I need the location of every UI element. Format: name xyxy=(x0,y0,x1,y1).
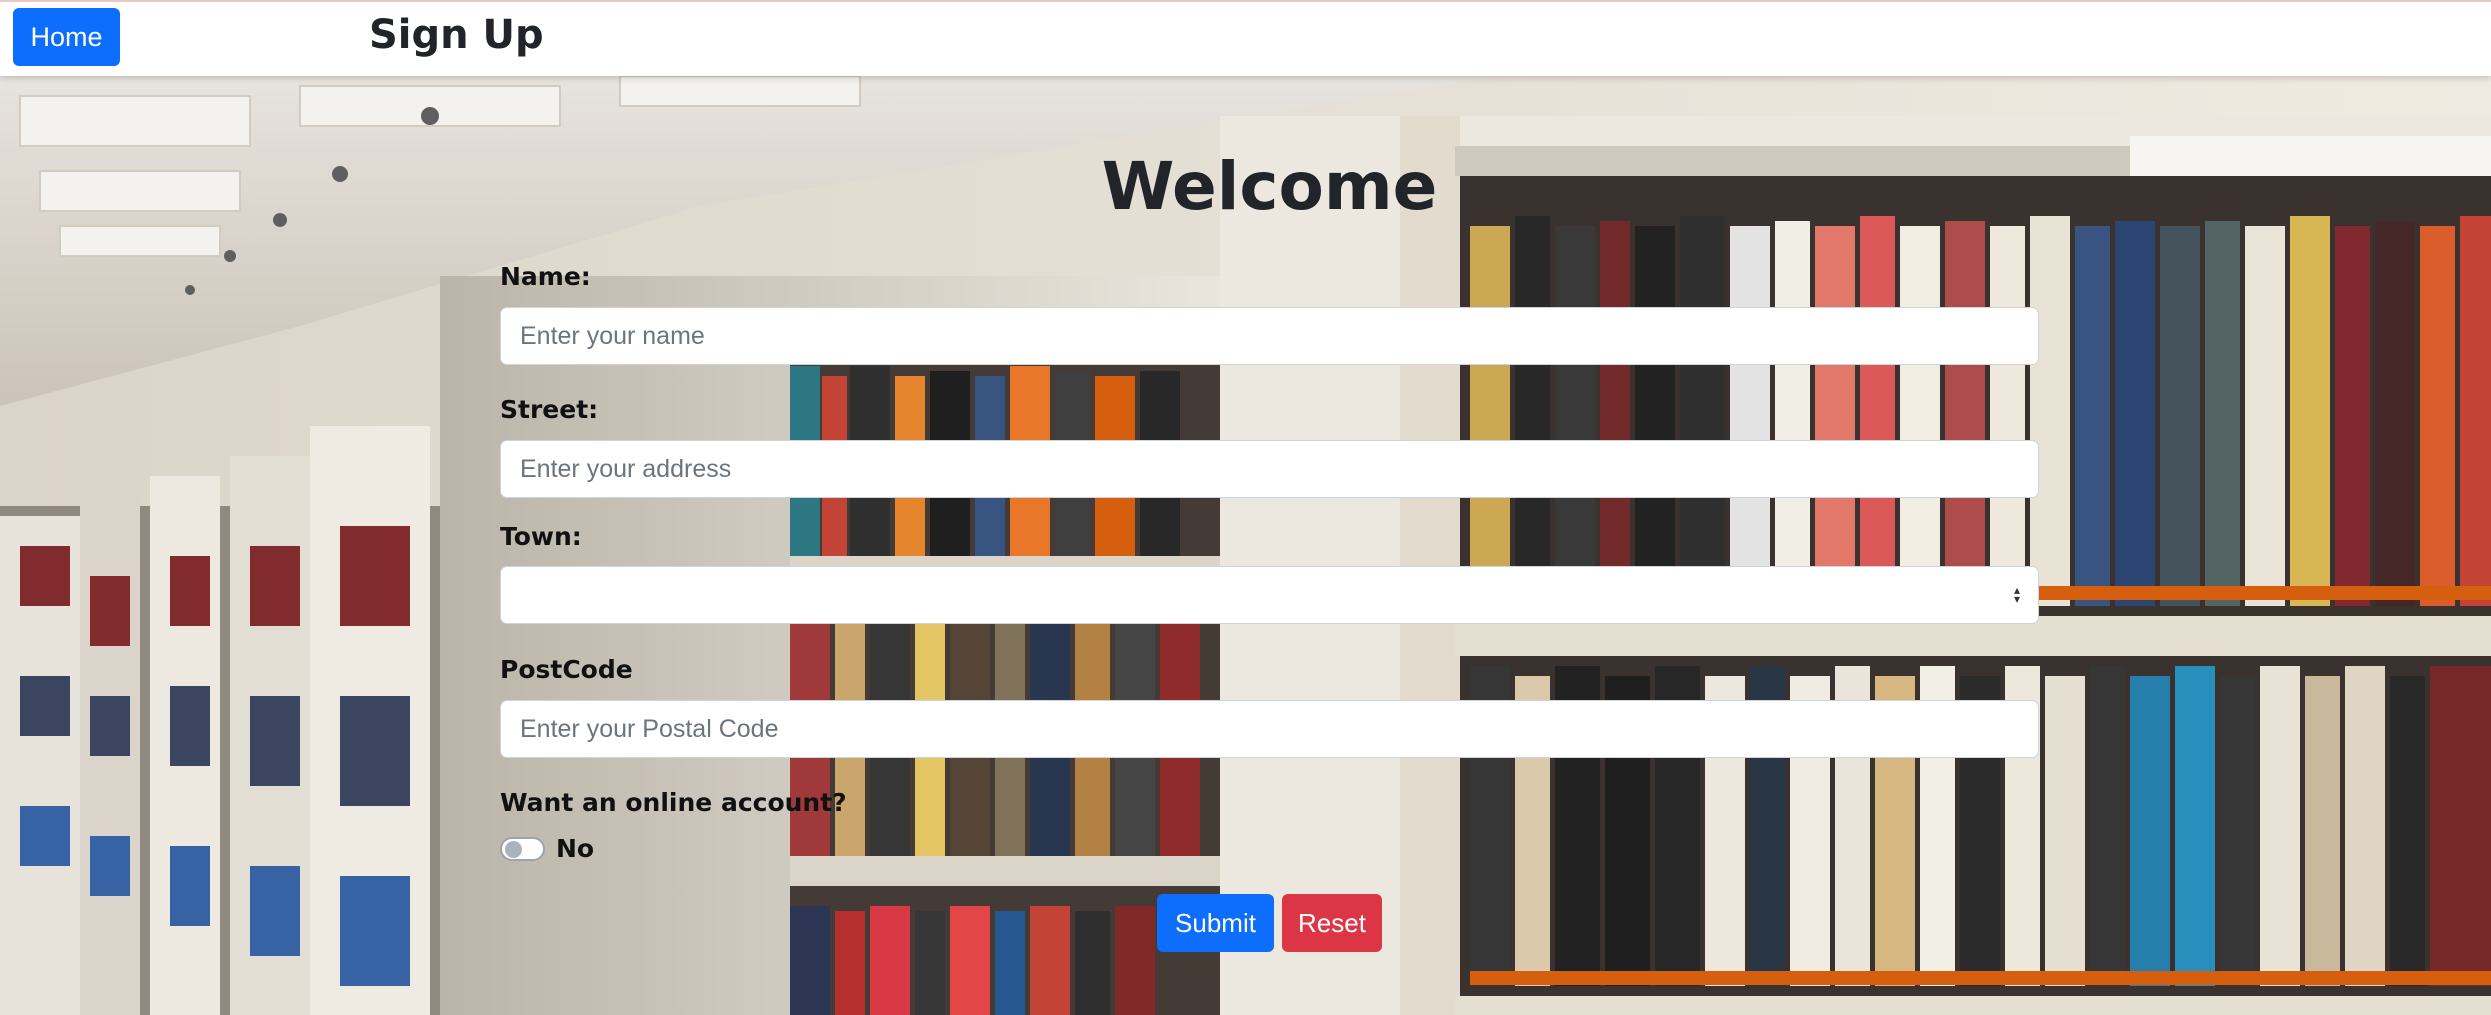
postcode-label: PostCode xyxy=(500,655,633,684)
welcome-heading: Welcome xyxy=(1101,148,1438,225)
toggle-knob xyxy=(505,841,522,858)
postcode-input[interactable]: Enter your Postal Code xyxy=(500,700,2039,758)
page-title: Sign Up xyxy=(369,12,544,58)
online-account-toggle[interactable] xyxy=(500,837,545,861)
name-input-placeholder: Enter your name xyxy=(520,321,705,350)
town-select[interactable]: ▴ ▾ xyxy=(500,566,2039,624)
online-account-toggle-text: No xyxy=(556,834,595,863)
name-input[interactable]: Enter your name xyxy=(500,307,2039,365)
top-navbar: Home Sign Up xyxy=(0,0,2491,76)
town-label: Town: xyxy=(500,522,582,551)
street-input-placeholder: Enter your address xyxy=(520,454,732,483)
reset-button[interactable]: Reset xyxy=(1282,894,1382,952)
street-label: Street: xyxy=(500,395,599,424)
submit-button[interactable]: Submit xyxy=(1157,894,1274,952)
postcode-input-placeholder: Enter your Postal Code xyxy=(520,714,779,743)
name-label: Name: xyxy=(500,262,591,291)
street-input[interactable]: Enter your address xyxy=(500,440,2039,498)
online-account-label: Want an online account? xyxy=(500,788,847,817)
sort-arrows-icon: ▴ ▾ xyxy=(2013,583,2020,606)
home-button[interactable]: Home xyxy=(13,8,120,66)
